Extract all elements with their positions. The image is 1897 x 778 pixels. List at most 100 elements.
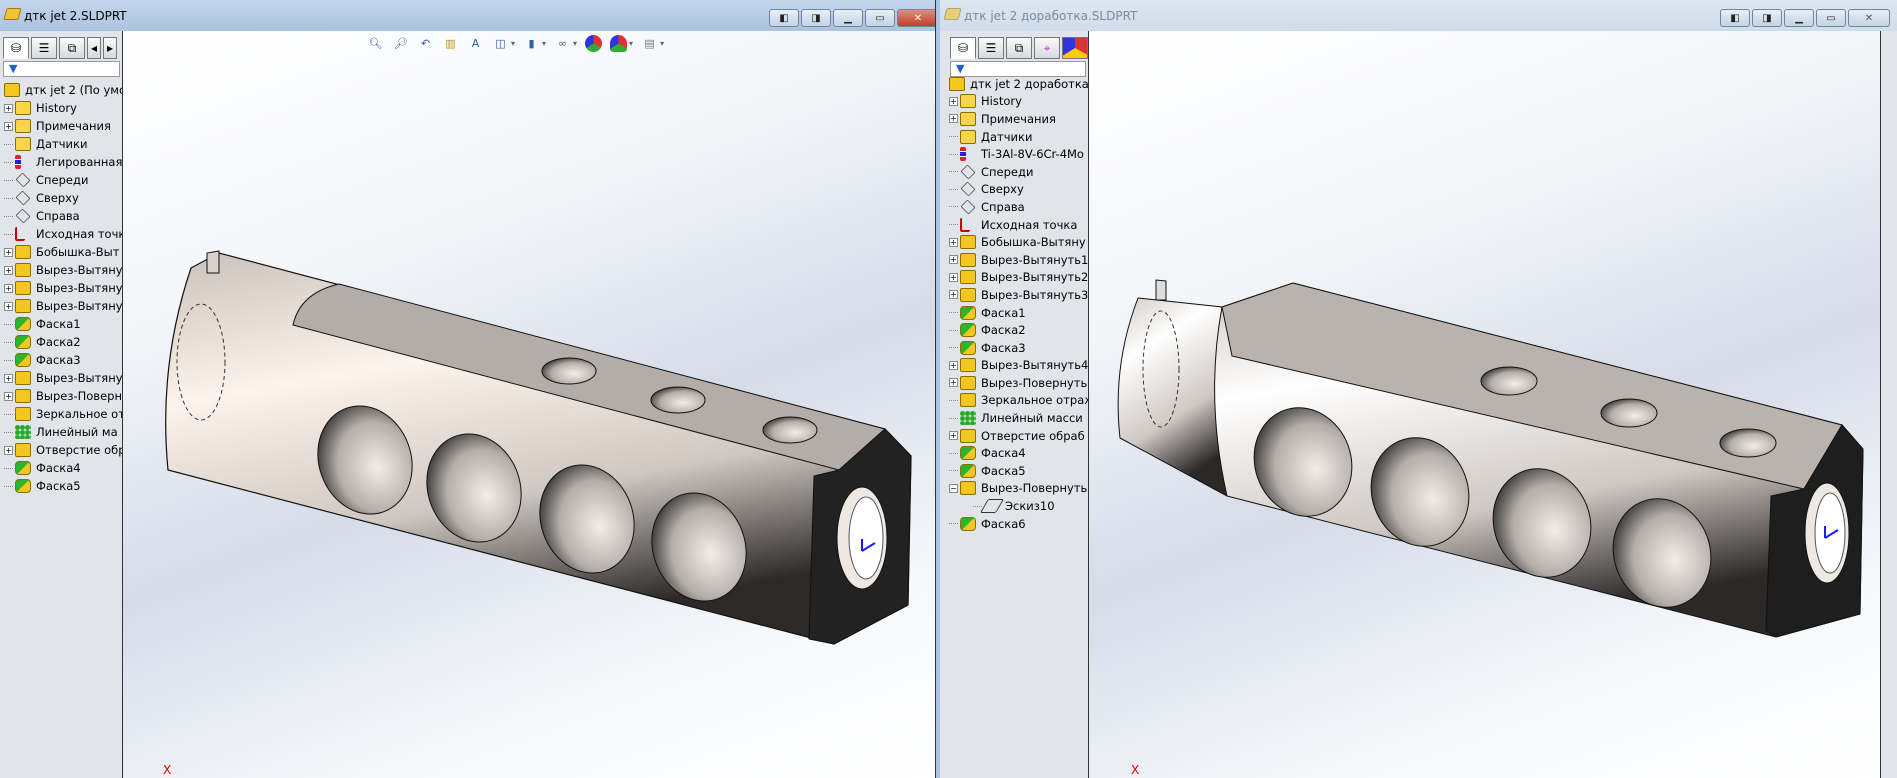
view-settings-icon[interactable]: ▤ xyxy=(641,35,658,52)
dynamic-annotation-icon[interactable]: A xyxy=(467,35,484,52)
expand-toggle[interactable]: + xyxy=(949,96,958,106)
tree-item[interactable]: Фаска5 xyxy=(949,462,1088,480)
hide-show-icon[interactable]: ∞ xyxy=(554,35,571,52)
chevron-down-icon[interactable]: ▾ xyxy=(511,39,515,48)
tree-item[interactable]: Линейный ма xyxy=(4,423,122,441)
expand-toggle[interactable]: + xyxy=(949,290,958,300)
tree-item[interactable]: Зеркальное от xyxy=(4,405,122,423)
close-button[interactable]: ✕ xyxy=(1848,9,1890,27)
tree-item[interactable]: Датчики xyxy=(4,135,122,153)
section-view-icon[interactable]: ▥ xyxy=(442,35,459,52)
tree-item[interactable]: Фаска4 xyxy=(4,459,122,477)
expand-toggle[interactable]: + xyxy=(4,391,13,401)
property-manager-tab[interactable]: ☰ xyxy=(31,37,57,59)
tree-item[interactable]: Фаска2 xyxy=(4,333,122,351)
tile-left-button[interactable]: ◧ xyxy=(1720,9,1750,27)
tree-item[interactable]: Эскиз10 xyxy=(949,497,1088,515)
expand-toggle[interactable]: + xyxy=(949,272,958,282)
tree-item[interactable]: Сверху xyxy=(949,181,1088,199)
chevron-down-icon[interactable]: ▾ xyxy=(542,39,546,48)
expand-toggle[interactable]: + xyxy=(949,255,958,265)
tree-item[interactable]: Фаска6 xyxy=(949,515,1088,533)
chevron-down-icon[interactable]: ▾ xyxy=(573,39,577,48)
property-manager-tab[interactable]: ☰ xyxy=(978,37,1004,59)
scroll-left-icon[interactable]: ◂ xyxy=(87,37,101,59)
tree-item[interactable]: + Бобышка-Вытяну xyxy=(949,233,1088,251)
expand-toggle[interactable]: + xyxy=(4,265,13,275)
tree-item[interactable]: + History xyxy=(949,93,1088,111)
display-manager-tab[interactable] xyxy=(1062,37,1088,59)
tree-item[interactable]: Фаска5 xyxy=(4,477,122,495)
tree-item[interactable]: Легированная xyxy=(4,153,122,171)
apply-scene-icon[interactable] xyxy=(610,35,628,52)
zoom-to-area-icon[interactable]: 🔎︎ xyxy=(392,35,409,52)
scroll-right-icon[interactable]: ▸ xyxy=(103,37,117,59)
tile-left-button[interactable]: ◧ xyxy=(769,9,799,27)
maximize-button[interactable]: ▭ xyxy=(1816,9,1846,27)
right-title-bar[interactable]: дтк jet 2 доработка.SLDPRT ◧ ◨ ▁ ▭ ✕ xyxy=(940,0,1897,31)
feature-manager-tab[interactable]: ⛁ xyxy=(3,37,29,59)
graphics-area[interactable]: 🔍︎ 🔎︎ ↶ ▥ A ◫ ▾ ▮ ▾ ∞ ▾ ▾ ▤ ▾ X xyxy=(123,31,935,778)
expand-toggle[interactable]: + xyxy=(949,431,958,441)
tree-item[interactable]: + Вырез-Повернуть xyxy=(949,374,1088,392)
tree-item[interactable]: + Вырез-Вытяну xyxy=(4,279,122,297)
expand-toggle[interactable]: + xyxy=(4,247,13,257)
chevron-down-icon[interactable]: ▾ xyxy=(660,39,664,48)
configuration-manager-tab[interactable]: ⧉ xyxy=(1006,37,1032,59)
feature-manager-tab[interactable]: ⛁ xyxy=(950,37,976,59)
display-style-icon[interactable]: ▮ xyxy=(523,35,540,52)
tile-right-button[interactable]: ◨ xyxy=(801,9,831,27)
tree-item[interactable]: Справа xyxy=(4,207,122,225)
zoom-to-fit-icon[interactable]: 🔍︎ xyxy=(367,35,384,52)
tree-item[interactable]: + Вырез-Вытяну xyxy=(4,297,122,315)
tree-item[interactable]: Ti-3Al-8V-6Cr-4Mo xyxy=(949,145,1088,163)
dimxpert-tab[interactable]: ⌖ xyxy=(1034,37,1060,59)
tree-item[interactable]: + Примечания xyxy=(4,117,122,135)
maximize-button[interactable]: ▭ xyxy=(865,9,895,27)
tree-item[interactable]: − Вырез-Повернуть xyxy=(949,480,1088,498)
tree-item[interactable]: + Вырез-Вытянуть2 xyxy=(949,269,1088,287)
close-button[interactable]: ✕ xyxy=(897,9,935,27)
tree-item[interactable]: + Бобышка-Выт xyxy=(4,243,122,261)
tree-item[interactable]: + Отверстие обраб xyxy=(949,427,1088,445)
tree-item[interactable]: дтк jet 2 (По умол xyxy=(4,81,122,99)
tree-item[interactable]: дтк jet 2 доработка (П xyxy=(949,75,1088,93)
expand-toggle[interactable]: + xyxy=(4,445,13,455)
tree-item[interactable]: + Вырез-Вытянуть1 xyxy=(949,251,1088,269)
expand-toggle[interactable]: + xyxy=(4,121,13,131)
tree-item[interactable]: + Отверстие обр xyxy=(4,441,122,459)
tree-item[interactable]: + Вырез-Вытянуть4 xyxy=(949,357,1088,375)
graphics-area[interactable]: X xyxy=(1089,31,1880,778)
tree-item[interactable]: + Вырез-Вытяну xyxy=(4,261,122,279)
previous-view-icon[interactable]: ↶ xyxy=(417,35,434,52)
tree-item[interactable]: Фаска4 xyxy=(949,444,1088,462)
tree-item[interactable]: Фаска1 xyxy=(949,304,1088,322)
tree-item[interactable]: Фаска3 xyxy=(4,351,122,369)
expand-toggle[interactable]: − xyxy=(949,483,958,493)
configuration-manager-tab[interactable]: ⧉ xyxy=(59,37,85,59)
expand-toggle[interactable]: + xyxy=(949,378,958,388)
tree-filter[interactable]: ▼ xyxy=(3,61,120,77)
minimize-button[interactable]: ▁ xyxy=(1784,9,1814,27)
edit-appearance-icon[interactable] xyxy=(585,35,603,52)
minimize-button[interactable]: ▁ xyxy=(833,9,863,27)
tree-item[interactable]: Фаска2 xyxy=(949,321,1088,339)
expand-toggle[interactable]: + xyxy=(4,283,13,293)
tree-item[interactable]: + History xyxy=(4,99,122,117)
tree-item[interactable]: Справа xyxy=(949,198,1088,216)
tree-item[interactable]: Исходная точк xyxy=(4,225,122,243)
tree-item[interactable]: + Вырез-Вытянуть3 xyxy=(949,286,1088,304)
tree-item[interactable]: Фаска3 xyxy=(949,339,1088,357)
expand-toggle[interactable]: + xyxy=(949,114,958,124)
expand-toggle[interactable]: + xyxy=(4,103,13,113)
tree-item[interactable]: + Вырез-Вытяну xyxy=(4,369,122,387)
tree-item[interactable]: + Примечания xyxy=(949,110,1088,128)
tree-item[interactable]: Исходная точка xyxy=(949,216,1088,234)
tree-item[interactable]: Фаска1 xyxy=(4,315,122,333)
tree-item[interactable]: Зеркальное отраж xyxy=(949,392,1088,410)
tree-item[interactable]: Линейный масси xyxy=(949,409,1088,427)
tile-right-button[interactable]: ◨ xyxy=(1752,9,1782,27)
tree-item[interactable]: Спереди xyxy=(4,171,122,189)
expand-toggle[interactable]: + xyxy=(949,237,958,247)
view-orientation-icon[interactable]: ◫ xyxy=(492,35,509,52)
